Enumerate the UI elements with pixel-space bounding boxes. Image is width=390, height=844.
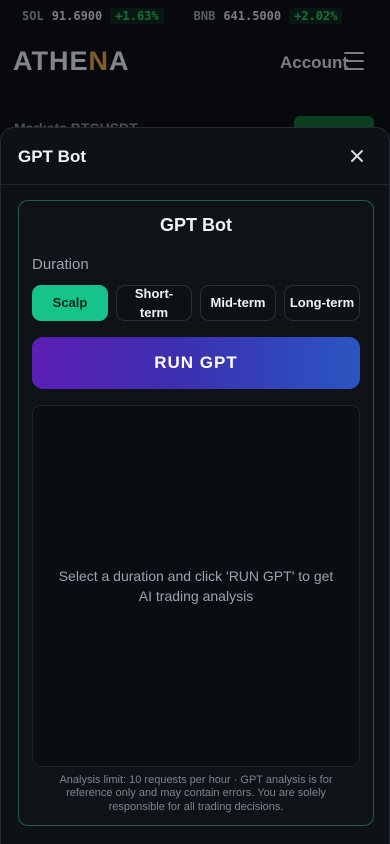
menu-icon[interactable]: [344, 52, 364, 70]
ticker-symbol: BNB: [193, 9, 216, 23]
result-placeholder: Select a duration and click 'RUN GPT' to…: [58, 567, 334, 604]
duration-scalp-button[interactable]: Scalp: [32, 285, 108, 321]
duration-label: Duration: [32, 256, 89, 273]
logo-prefix: ATHE: [13, 46, 89, 76]
modal-header: GPT Bot: [1, 128, 389, 185]
top-navigation: ATHENA Account: [0, 32, 390, 92]
menu-icon-line: [344, 68, 364, 70]
card-title: GPT Bot: [160, 215, 232, 235]
account-link[interactable]: Account: [280, 53, 348, 73]
ticker-item-bnb: BNB 641.5000 +2.02%: [194, 8, 343, 24]
ticker-item-sol: SOL 91.6900 +1.63%: [22, 8, 164, 24]
duration-selector: Scalp Short-term Mid-term Long-term: [32, 285, 360, 321]
duration-mid-term-button[interactable]: Mid-term: [200, 285, 276, 321]
ticker-price: 91.6900: [51, 9, 103, 23]
close-button[interactable]: [347, 146, 367, 166]
gpt-bot-modal: GPT Bot GPT Bot Duration Scalp Short-ter…: [0, 127, 390, 844]
ticker-price: 641.5000: [223, 9, 282, 23]
gpt-bot-card: GPT Bot Duration Scalp Short-term Mid-te…: [18, 200, 374, 826]
ticker-change: +1.63%: [110, 8, 164, 24]
logo-accent: N: [88, 46, 109, 76]
ticker-change: +2.02%: [289, 8, 343, 24]
close-icon: [351, 150, 363, 162]
menu-icon-line: [344, 52, 364, 54]
duration-short-term-button[interactable]: Short-term: [116, 285, 192, 321]
menu-icon-line: [344, 60, 364, 62]
logo-suffix: A: [109, 46, 130, 76]
disclaimer-text: Analysis limit: 10 requests per hour · G…: [59, 774, 333, 813]
duration-long-term-button[interactable]: Long-term: [284, 285, 360, 321]
run-gpt-button[interactable]: RUN GPT: [32, 337, 360, 389]
athena-logo[interactable]: ATHENA: [13, 46, 130, 77]
analysis-result-panel: Select a duration and click 'RUN GPT' to…: [32, 405, 360, 767]
ticker-symbol: SOL: [22, 9, 44, 23]
price-ticker: SOL 91.6900 +1.63% BNB 641.5000 +2.02%: [0, 0, 390, 32]
modal-title: GPT Bot: [18, 147, 86, 166]
